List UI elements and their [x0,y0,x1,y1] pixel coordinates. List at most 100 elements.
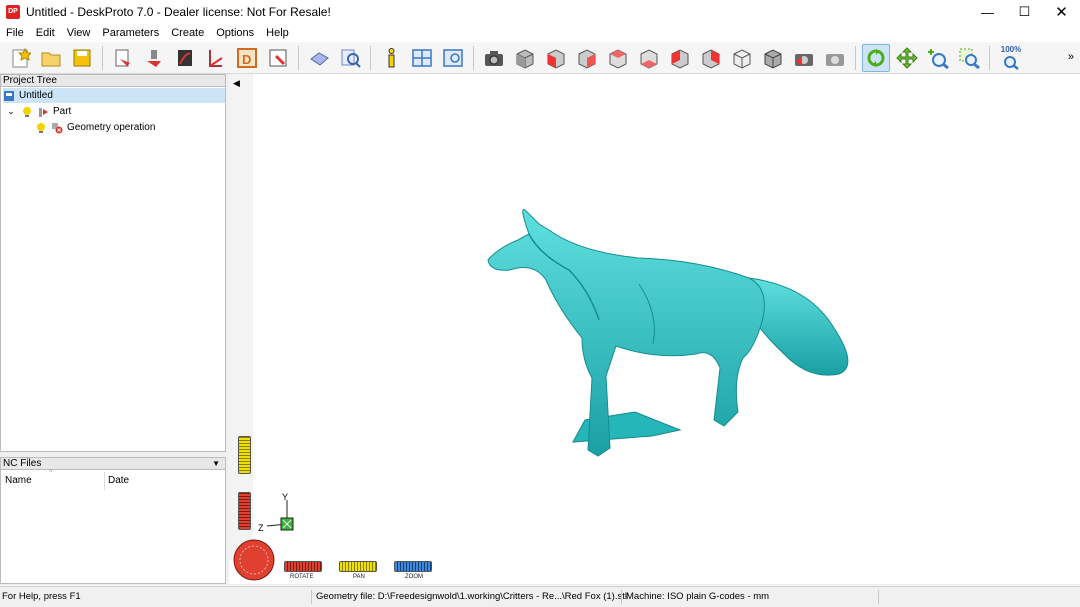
wizard-2d-button[interactable] [109,44,137,72]
deskproto-window: DP Untitled - DeskProto 7.0 - Dealer lic… [0,0,1080,607]
menu-help[interactable]: Help [260,27,295,39]
menu-parameters[interactable]: Parameters [96,27,165,39]
wizard-25d-icon [147,49,161,67]
screenshot-button[interactable] [480,44,508,72]
info-icon [388,47,395,67]
zoom-dial-label: ZOOM [405,574,423,580]
menu-options[interactable]: Options [210,27,260,39]
lightbulb-icon[interactable] [35,122,47,134]
view-window-icon [443,48,463,67]
layout-button[interactable] [408,44,436,72]
view-solid-button[interactable] [759,44,787,72]
nc-files-header: NC Files ▼ [0,457,226,470]
nc-files-list: Name ˄ Date [0,469,226,584]
axis-label-y: Y [282,492,289,502]
nc-files-title: NC Files [3,458,42,469]
chevron-down-icon[interactable]: ▼ [212,458,220,469]
open-project-button[interactable] [37,44,65,72]
view-options-button[interactable] [439,44,467,72]
view-right-button[interactable] [635,44,663,72]
zoom-mode-button[interactable] [924,44,952,72]
view-left-button[interactable] [604,44,632,72]
lightbulb-icon[interactable] [21,106,33,118]
zoom-window-button[interactable] [955,44,983,72]
view-top-button[interactable] [666,44,694,72]
rotate-dial[interactable] [284,561,322,572]
tree-item-label: Untitled [19,90,53,101]
column-header-date[interactable]: Date [108,475,129,486]
vertical-pan-dial[interactable] [238,436,251,474]
menu-edit[interactable]: Edit [30,27,61,39]
minimize-button[interactable]: — [969,0,1006,24]
pan-dial[interactable] [339,561,377,572]
wizard-3d-icon [178,49,192,66]
app-logo-icon: DP [6,5,20,19]
status-divider [311,590,312,604]
camera-icon [485,50,503,66]
zoom-dial[interactable] [394,561,432,572]
menu-create[interactable]: Create [165,27,210,39]
pan-mode-button[interactable] [893,44,921,72]
zoom-100-button[interactable]: 100% [996,44,1026,72]
tree-item-part[interactable]: ⌄ Part [5,104,71,119]
menu-file[interactable]: File [0,27,30,39]
toolbar-separator [855,45,856,70]
toolbar: D 100% » [0,42,1080,74]
cube-right-icon [640,48,658,69]
info-button[interactable] [377,44,405,72]
fox-model[interactable] [229,74,1080,584]
wizard-image-button[interactable] [202,44,230,72]
export-button[interactable] [264,44,292,72]
camera-redo-icon [826,53,844,66]
zoom-window-icon [959,48,980,69]
wizard-25d-button[interactable] [140,44,168,72]
toolbar-separator [102,45,103,70]
tree-item-project[interactable]: Untitled [3,88,225,103]
vertical-rotate-dial[interactable] [238,492,251,530]
wizard-d-button[interactable]: D [233,44,261,72]
pan-dial-label: PAN [353,574,365,580]
view-grey-cube-button[interactable] [728,44,756,72]
expand-chevron-icon[interactable]: ⌄ [5,106,17,118]
geometry-operation-icon [51,122,63,134]
menu-view[interactable]: View [61,27,97,39]
status-divider [621,590,622,604]
view-bottom-button[interactable] [697,44,725,72]
view-front-button[interactable] [542,44,570,72]
redo-view-button[interactable] [821,44,849,72]
tree-item-label: Part [53,106,72,117]
tree-item-label: Geometry operation [67,122,156,133]
toolbar-separator [989,45,990,70]
maximize-button[interactable]: ☐ [1006,0,1043,24]
new-file-icon [12,47,31,67]
folder-open-icon [41,52,61,66]
column-header-name[interactable]: Name [5,475,32,486]
close-button[interactable]: ✕ [1043,0,1080,24]
cube-bottom-icon [702,48,720,69]
axis-label-z: Z [258,523,264,533]
export-icon [269,49,287,66]
part-icon [37,106,49,118]
sort-indicator-icon: ˄ [49,469,53,475]
save-project-button[interactable] [68,44,96,72]
toolbar-overflow-button[interactable]: » [1068,51,1074,63]
new-project-button[interactable] [6,44,34,72]
3d-viewport[interactable]: ◀ Y Z ROTATE PAN ZOOM [229,74,1080,584]
wizard-3d-button[interactable] [171,44,199,72]
pan-icon [896,46,918,69]
rotate-mode-button[interactable] [862,43,890,72]
tree-item-geometry-operation[interactable]: Geometry operation [35,120,155,135]
print-button[interactable] [305,44,333,72]
cube-iso-icon [516,48,534,69]
view-back-button[interactable] [573,44,601,72]
cube-solid-icon [764,48,782,69]
print-preview-button[interactable] [336,44,364,72]
status-geometry-file: Geometry file: D:\Freedesignwold\1.worki… [316,591,627,602]
zoom-in-icon [928,48,949,69]
view-iso-button[interactable] [511,44,539,72]
column-divider[interactable] [104,472,105,490]
undo-view-button[interactable] [790,44,818,72]
save-icon [73,49,91,66]
zoom-100-icon [1004,55,1019,70]
status-help-text: For Help, press F1 [2,591,81,602]
